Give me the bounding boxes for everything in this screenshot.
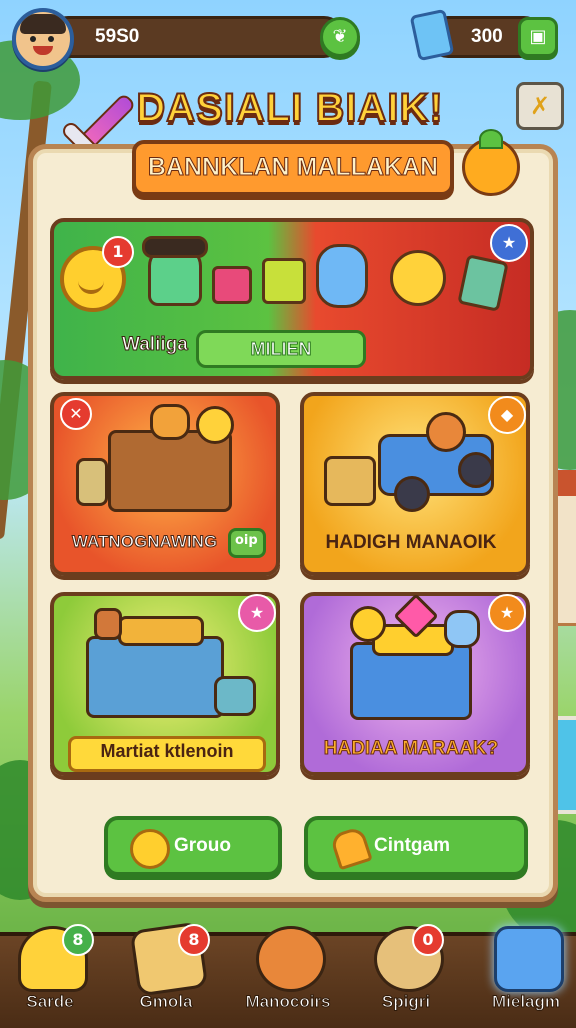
nav-badge: 8 [178, 924, 210, 956]
nav-item-gmola[interactable]: 8 Gmola [116, 920, 216, 1024]
yellow-creature-icon [390, 250, 446, 306]
close-icon: ✗ [529, 92, 551, 120]
star-icon[interactable]: ★ [238, 594, 276, 632]
coin-badge: 1 [102, 236, 134, 268]
bucket-icon [212, 266, 252, 304]
bear-toy-icon [426, 412, 466, 452]
nav-label: Spigri [381, 992, 431, 1012]
subtitle-ribbon: BANNKLAN MALLAKAN [132, 140, 454, 196]
ghost-toy-icon [444, 610, 480, 648]
box-icon [262, 258, 306, 304]
sun-toy-icon [196, 406, 234, 444]
card-1-label: WATNOGNAWING [71, 532, 218, 552]
banner-star-badge[interactable]: ★ [490, 224, 528, 262]
nav-item-manocoirs[interactable]: Manocoirs [238, 920, 338, 1024]
coins-add-button[interactable]: ❦ [320, 17, 360, 57]
nav-label: Mielagm [491, 992, 561, 1012]
blocks-icon [118, 616, 204, 646]
top-bar: 59S0 ❦ 300 ▣ [0, 0, 576, 70]
fruit-mascot-icon [462, 129, 520, 196]
sand-bucket-icon [324, 456, 376, 506]
contact-button[interactable]: Cintgam [304, 816, 528, 876]
nav-badge: 8 [62, 924, 94, 956]
nav-item-sarde[interactable]: 8 Sarde [0, 920, 100, 1024]
star-shard-icon [494, 926, 564, 992]
group-button-label: Grouo [174, 835, 231, 856]
close-icon[interactable]: ✕ [60, 398, 92, 430]
cat-toy-icon [150, 404, 190, 440]
nav-label: Manocoirs [245, 992, 331, 1012]
bell-icon [329, 825, 373, 871]
bag-icon [214, 676, 256, 716]
plus-icon: ▣ [529, 26, 547, 47]
hat-icon [142, 236, 208, 258]
nav-badge: 0 [412, 924, 444, 956]
coin-icon [350, 606, 386, 642]
car-wheel-icon [394, 476, 430, 512]
nav-label: Sarde [26, 992, 74, 1012]
page-title: DASIALI BIAIK! [135, 85, 444, 131]
diamond-icon[interactable]: ◆ [488, 396, 526, 434]
nav-item-mielagm[interactable]: Mielagm [476, 920, 576, 1024]
card-3-label: Martiat ktlenoin [100, 741, 234, 761]
contact-button-label: Cintgam [374, 835, 450, 856]
flower-pot-icon [94, 608, 122, 640]
leaf-icon: ❦ [332, 26, 348, 47]
treasure-chest-icon [86, 636, 224, 718]
car-wheel-icon [458, 452, 494, 488]
nav-label: Gmola [139, 992, 193, 1012]
character-icon [256, 926, 326, 992]
card-2-label: HADIGH MANAOIK [325, 532, 497, 553]
close-button[interactable]: ✗ [516, 82, 564, 130]
group-button[interactable]: Grouo [104, 816, 282, 876]
banner-label: Waliiga [122, 334, 189, 356]
card-1-tag-text: oip [235, 533, 258, 548]
player-avatar[interactable] [12, 8, 74, 70]
card-4-label: HADIAA MARAAK? [323, 738, 499, 760]
shovel-icon [76, 458, 108, 506]
star-icon[interactable]: ★ [488, 594, 526, 632]
banner-action-button[interactable]: MILIEN [196, 330, 366, 368]
gems-add-button[interactable]: ▣ [518, 17, 558, 57]
nav-item-spigri[interactable]: 0 Spigri [356, 920, 456, 1024]
card-1-tag: oip [228, 528, 266, 558]
coins-value: 59S0 [95, 26, 140, 47]
coins-counter: 59S0 [48, 16, 344, 58]
coin-icon [130, 829, 170, 869]
gems-value: 300 [471, 26, 503, 47]
blue-creature-icon [316, 244, 368, 308]
